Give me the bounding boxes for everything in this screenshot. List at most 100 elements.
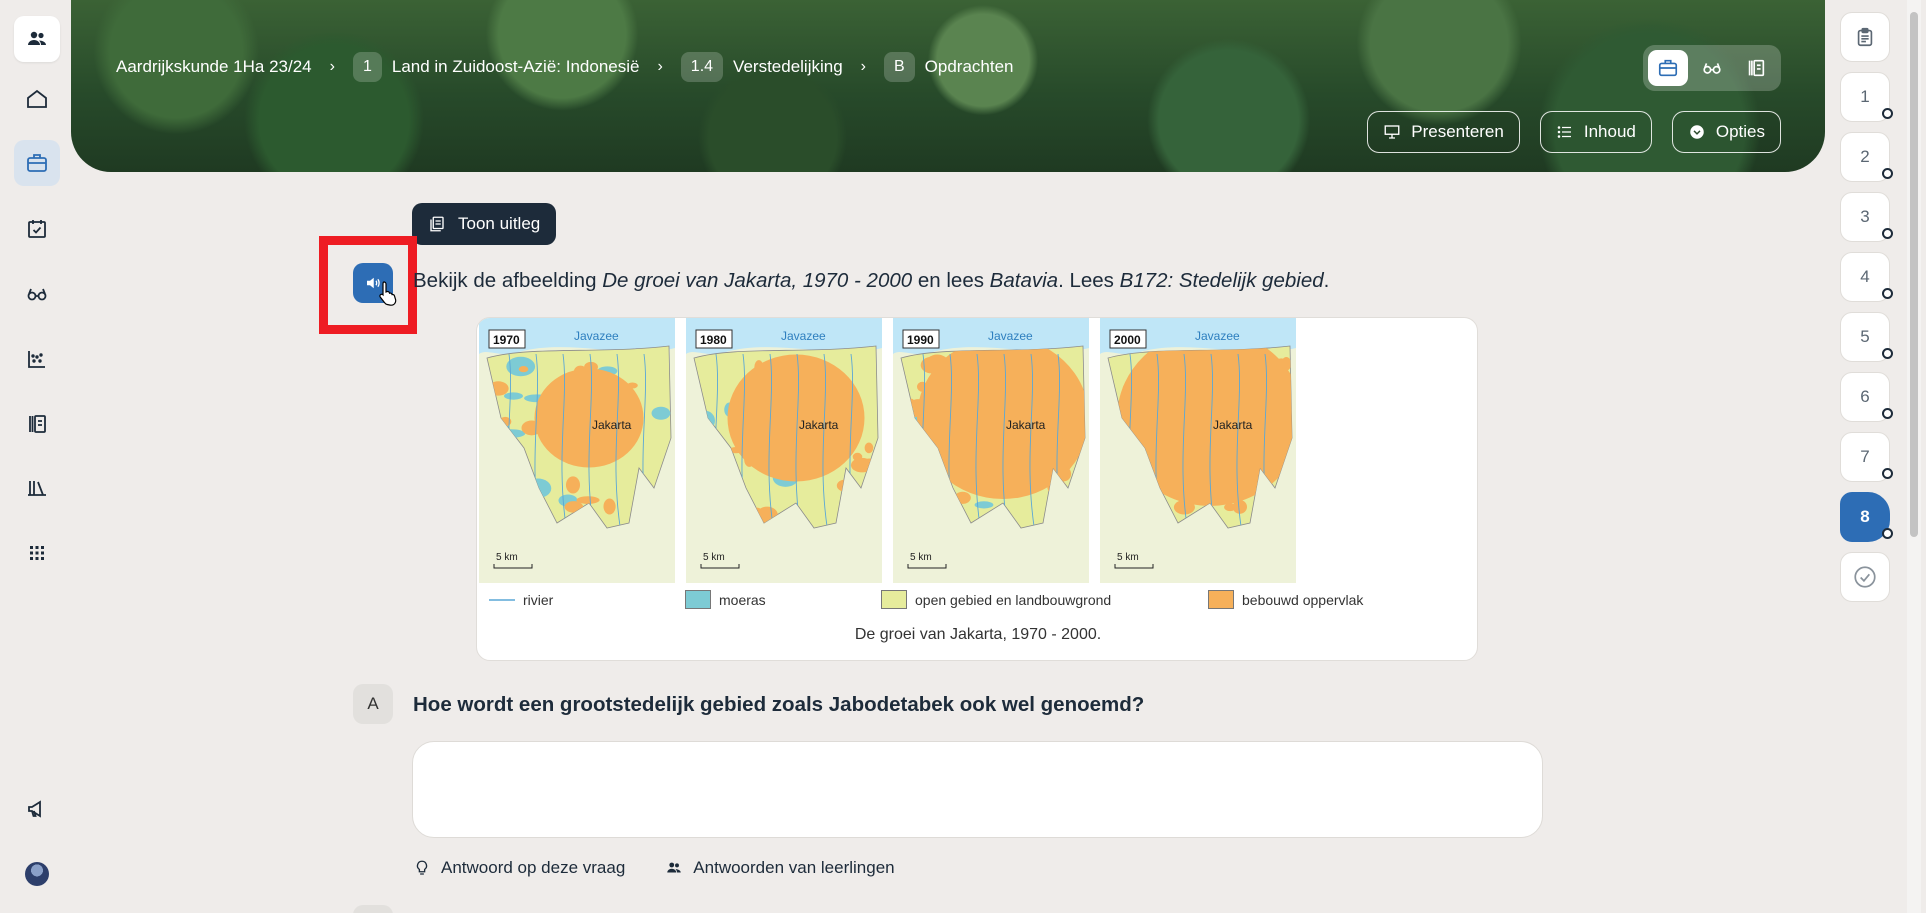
map-year-label: 2000	[1114, 333, 1141, 347]
breadcrumb-course[interactable]: Aardrijkskunde 1Ha 23/24	[116, 57, 312, 77]
built-patch	[1153, 438, 1163, 447]
rail-question-8[interactable]: 8	[1840, 492, 1893, 542]
breadcrumb-part-label: Opdrachten	[924, 57, 1014, 76]
rail-question-7[interactable]: 7	[1840, 432, 1893, 482]
options-label: Opties	[1715, 122, 1765, 141]
built-patch	[787, 404, 803, 414]
rail-question-3[interactable]: 3	[1840, 192, 1893, 242]
home-icon[interactable]	[14, 76, 60, 122]
contents-button[interactable]: Inhoud	[1539, 111, 1652, 153]
megaphone-icon[interactable]	[14, 786, 60, 832]
built-patch	[626, 382, 638, 389]
built-patch	[754, 360, 764, 375]
instruction-part: . Lees	[1058, 269, 1120, 292]
status-dot	[1882, 168, 1893, 179]
status-dot	[1882, 228, 1893, 239]
built-patch	[965, 373, 984, 383]
built-patch	[565, 476, 581, 494]
student-answers-link[interactable]: Antwoorden van leerlingen	[665, 858, 895, 878]
chevron-down-circle-icon	[1690, 125, 1704, 139]
student-answers-label: Antwoorden van leerlingen	[693, 858, 895, 877]
built-patch	[603, 498, 616, 515]
scrollbar-thumb[interactable]	[1910, 12, 1918, 537]
breadcrumb-chapter-label: Land in Zuidoost-Azië: Indonesië	[391, 57, 640, 76]
scatter-chart-icon[interactable]	[14, 336, 60, 382]
next-question-badge	[353, 905, 393, 913]
legend-swamp: moeras	[685, 590, 766, 609]
instruction-part: Bekijk de afbeelding	[413, 269, 603, 292]
view-toggle	[1643, 45, 1781, 91]
breadcrumb-separator: ›	[329, 58, 335, 75]
rail-question-4[interactable]: 4	[1840, 252, 1893, 302]
scale-label: 5 km	[1117, 552, 1139, 563]
options-button[interactable]: Opties	[1671, 111, 1781, 153]
legend-swamp-label: moeras	[719, 591, 766, 608]
briefcase-icon[interactable]	[14, 140, 60, 186]
calendar-check-icon[interactable]	[14, 206, 60, 252]
swamp-patch	[651, 406, 671, 420]
lightbulb-icon	[416, 860, 428, 875]
question-letter-badge: A	[353, 684, 393, 724]
legend-built-label: bebouwd oppervlak	[1242, 591, 1364, 608]
show-explanation-button[interactable]: Toon uitleg	[412, 203, 557, 245]
built-patch	[764, 396, 780, 404]
built-swatch	[1208, 590, 1234, 609]
glasses-view-icon[interactable]	[1692, 50, 1732, 86]
built-patch	[1122, 383, 1133, 397]
answer-input[interactable]	[412, 741, 1543, 838]
scale-label: 5 km	[910, 552, 932, 563]
instruction-batavia: Batavia	[989, 269, 1059, 292]
breadcrumb-chapter[interactable]: 1 Land in Zuidoost-Azië: Indonesië	[352, 52, 640, 82]
legend-open-label: open gebied en landbouwgrond	[915, 591, 1112, 608]
map-panel-2000: 2000 Javazee Jakarta 5 km	[1100, 318, 1296, 583]
show-answer-link[interactable]: Antwoord op deze vraag	[413, 858, 625, 878]
apps-grid-icon[interactable]	[14, 530, 60, 576]
rail-question-1[interactable]: 1	[1840, 72, 1893, 122]
built-patch	[1161, 379, 1172, 388]
built-patch	[1189, 431, 1205, 440]
rail-question-6[interactable]: 6	[1840, 372, 1893, 422]
legend-open: open gebied en landbouwgrond	[881, 590, 1111, 609]
avatar[interactable]	[25, 862, 49, 886]
built-patch	[521, 420, 542, 436]
legend-river: rivier	[489, 590, 553, 609]
status-dot	[1882, 528, 1893, 539]
built-patch	[1281, 357, 1292, 371]
rail-question-2[interactable]: 2	[1840, 132, 1893, 182]
hand-cursor-icon	[379, 281, 397, 306]
sea-label: Javazee	[781, 329, 826, 343]
built-patch	[1203, 479, 1228, 495]
sea-label: Javazee	[574, 329, 619, 343]
show-answer-label: Antwoord op deze vraag	[441, 858, 626, 877]
swamp-patch	[503, 392, 523, 400]
binder-view-icon[interactable]	[1736, 50, 1776, 86]
rail-question-5[interactable]: 5	[1840, 312, 1893, 362]
page-scrollbar[interactable]	[1907, 0, 1921, 913]
built-patch	[978, 399, 1001, 410]
city-label: Jakarta	[1213, 418, 1253, 432]
instruction-reference: B172: Stedelijk gebied	[1119, 269, 1324, 292]
users-icon	[667, 862, 682, 873]
rail-number: 8	[1860, 507, 1870, 526]
briefcase-view-icon[interactable]	[1648, 50, 1688, 86]
library-icon[interactable]	[14, 465, 60, 511]
breadcrumb-separator: ›	[657, 58, 663, 75]
river-swatch	[489, 599, 515, 601]
built-patch	[864, 442, 874, 454]
question-rail: 1 2 3 4 5 6 7 8	[1840, 0, 1894, 913]
breadcrumb-part[interactable]: B Opdrachten	[884, 52, 1014, 82]
jakarta-growth-figure: 1970 Javazee Jakarta 5 km 1980 Javazee Jakarta…	[476, 317, 1478, 661]
check-circle-icon[interactable]	[1840, 552, 1890, 602]
sea-label: Javazee	[988, 329, 1033, 343]
breadcrumb-section[interactable]: 1.4 Verstedelijking	[680, 52, 843, 82]
status-dot	[1882, 468, 1893, 479]
glasses-icon[interactable]	[14, 271, 60, 317]
built-patch	[916, 381, 928, 392]
binder-icon[interactable]	[14, 401, 60, 447]
instruction-part: .	[1323, 269, 1330, 292]
users-icon[interactable]	[14, 16, 60, 62]
present-button[interactable]: Presenteren	[1367, 111, 1520, 153]
built-patch	[793, 451, 804, 462]
clipboard-icon[interactable]	[1840, 12, 1890, 62]
built-patch	[768, 450, 793, 458]
